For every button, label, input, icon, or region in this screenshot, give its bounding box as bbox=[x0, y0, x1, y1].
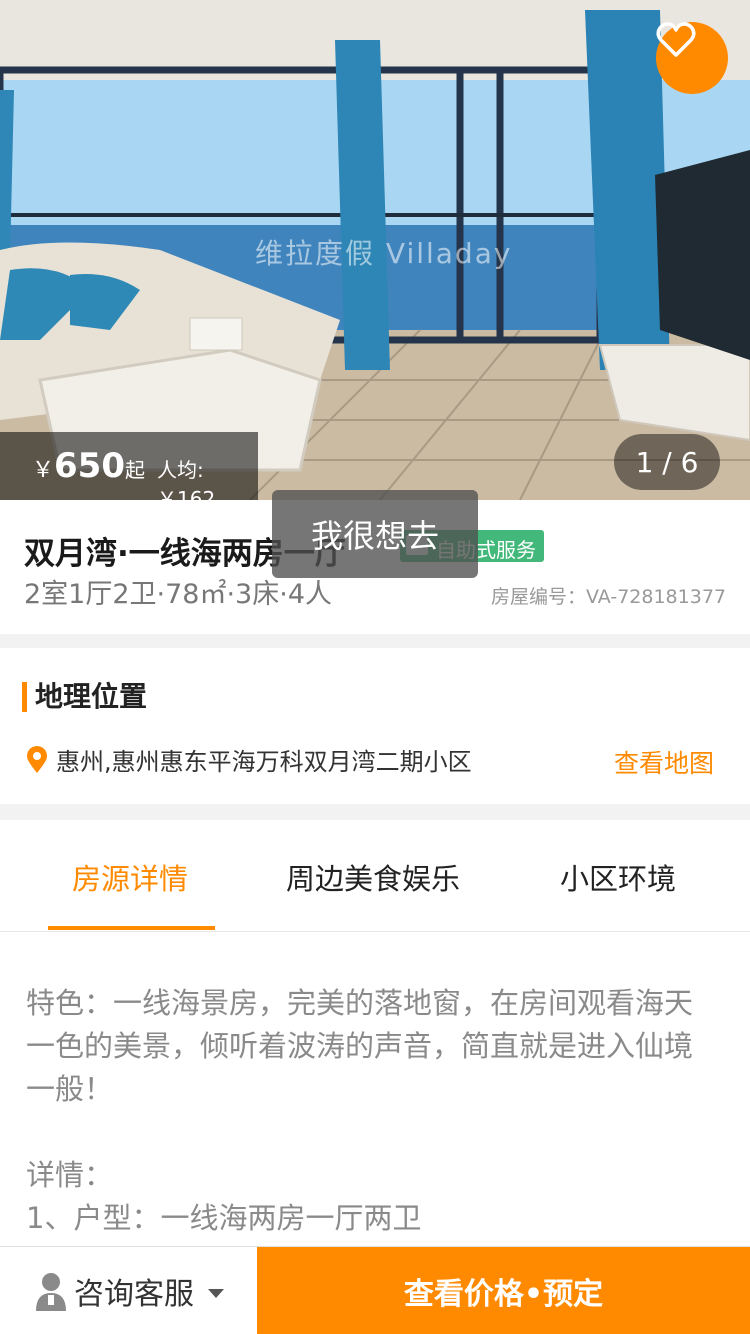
price-suffix: 起 bbox=[125, 458, 145, 482]
view-map-link[interactable]: 查看地图 bbox=[614, 744, 714, 780]
detail-label: 详情： bbox=[26, 1158, 114, 1192]
address-text: 惠州,惠州惠东平海万科双月湾二期小区 bbox=[56, 748, 472, 776]
active-tab-indicator bbox=[48, 926, 215, 930]
location-pin-icon bbox=[27, 746, 47, 773]
customer-service-button[interactable]: 咨询客服 bbox=[0, 1247, 257, 1334]
detail-content: 房源详情 周边美食娱乐 小区环境 特色：一线海景房，完美的落地窗，在房间观看海天… bbox=[0, 820, 750, 1250]
location-section: 地理位置 惠州,惠州惠东平海万科双月湾二期小区 查看地图 bbox=[0, 648, 750, 804]
bottom-action-bar: 咨询客服 查看价格•预定 bbox=[0, 1246, 750, 1334]
customer-service-label: 咨询客服 bbox=[74, 1277, 194, 1312]
price-tag: ￥ 650 起 人均:￥162 bbox=[0, 432, 258, 500]
per-person-price: 人均:￥162 bbox=[157, 458, 216, 500]
tab-nearby-food[interactable]: 周边美食娱乐 bbox=[286, 856, 460, 898]
detail-first-line: 1、户型：一线海两房一厅两卫 bbox=[26, 1201, 422, 1235]
favorite-button[interactable] bbox=[656, 22, 728, 94]
heart-outline-icon bbox=[656, 22, 696, 57]
watermark-text: 维拉度假 Villaday bbox=[255, 237, 513, 270]
location-title: 地理位置 bbox=[22, 682, 147, 712]
feature-paragraph: 特色：一线海景房，完美的落地窗，在房间观看海天一色的美景，倾听着波涛的声音，简直… bbox=[26, 986, 694, 1106]
tab-listing-details[interactable]: 房源详情 bbox=[72, 856, 188, 898]
hero-photo[interactable]: 维拉度假 Villaday ￥ 650 起 人均:￥162 1 / 6 bbox=[0, 0, 750, 500]
photo-counter: 1 / 6 bbox=[614, 434, 720, 490]
toast-message: 我很想去 bbox=[272, 490, 478, 578]
description-text: 特色：一线海景房，完美的落地窗，在房间观看海天一色的美景，倾听着波涛的声音，简直… bbox=[26, 982, 716, 1240]
caret-down-icon bbox=[208, 1288, 224, 1298]
customer-service-icon bbox=[36, 1273, 66, 1311]
price-amount: 650 bbox=[54, 446, 125, 486]
house-number: 房屋编号：VA-728181377 bbox=[490, 586, 726, 608]
check-price-book-button[interactable]: 查看价格•预定 bbox=[257, 1247, 750, 1334]
tab-community[interactable]: 小区环境 bbox=[560, 856, 676, 898]
tab-bar: 房源详情 周边美食娱乐 小区环境 bbox=[0, 820, 750, 932]
price-currency: ￥ bbox=[32, 458, 55, 483]
